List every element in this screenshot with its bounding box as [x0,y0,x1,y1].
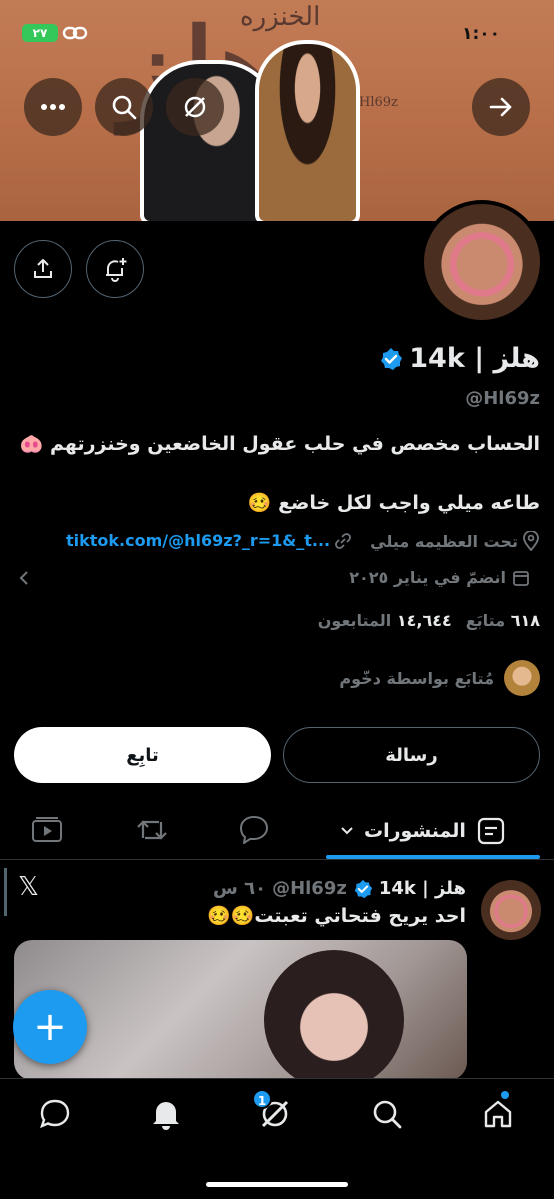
tweet-author-handle: @Hl69z [272,878,347,899]
home-indicator [206,1182,348,1187]
battery-indicator: ٢٧ [22,24,58,42]
tab-active-indicator [326,855,540,859]
verified-badge-icon [381,347,403,370]
verified-badge-icon [354,879,372,898]
location-text: تحت العظيمه ميلي [370,531,518,551]
profile-joined: انضمّ في يناير ٢٠٢٥ [349,568,530,587]
notification-badge: 1 [252,1089,272,1109]
tweet-header: هلز | 14k @Hl69z ٦٠ س [213,878,466,899]
nav-messages[interactable] [38,1097,72,1135]
home-icon [484,1100,512,1128]
nav-grok[interactable]: 1 [252,1089,292,1135]
compose-button[interactable]: + [13,990,87,1064]
follow-button[interactable]: تابِع [14,727,271,783]
link-chain-icon [335,532,352,549]
calendar-icon [513,570,529,586]
share-icon [34,259,52,278]
tweet-time: ٦٠ س [212,878,267,899]
profile-name: هلز | 14k [409,343,540,374]
bell-icon [153,1102,179,1130]
followed-by-avatar [504,660,540,696]
tweet-text: احد يريح فتحاتي تعبتت🥴🥴 [207,905,466,927]
followers-stat[interactable]: ١٤,٦٤٤ المتابعون [318,611,452,630]
banner-photo-person [255,40,360,221]
status-time: ١:٠٠ [462,24,500,44]
repost-icon [137,820,167,840]
profile-handle: @Hl69z [465,388,540,409]
following-stat[interactable]: ٦١٨ متابَع [466,611,540,630]
location-pin-icon [523,531,539,551]
home-unread-dot [501,1091,509,1099]
tweet-avatar[interactable] [481,880,541,940]
profile-bio-line: الحساب مخصص في حلب عقول الخاضعين وخنزرته… [19,433,540,455]
back-button[interactable] [472,78,530,136]
search-button[interactable] [95,78,153,136]
tab-replies[interactable] [238,814,270,848]
more-icon [41,104,65,110]
bottom-navigation: 1 [0,1078,554,1199]
link-icon [62,22,88,44]
nav-notifications[interactable] [150,1097,182,1135]
following-count: ٦١٨ [510,611,540,630]
profile-stats: ٦١٨ متابَع ١٤,٦٤٤ المتابعون [318,611,540,630]
nav-search[interactable] [370,1097,404,1135]
x-logo-icon: 𝕏 [18,872,39,902]
grok-icon [184,96,206,118]
tab-posts-label: المنشورات [364,820,466,842]
grok-button[interactable] [166,78,224,136]
posts-icon [477,817,505,845]
followers-count: ١٤,٦٤٤ [396,611,452,630]
followed-by-text: مُتابَع بواسطة دخّوم [339,668,494,688]
message-button[interactable]: رسالة [283,727,540,783]
search-icon [373,1100,402,1129]
arrow-right-icon [489,97,512,117]
nav-home[interactable] [481,1091,515,1135]
profile-bio-line: طاعه ميلي واجب لكل خاضع 🥴 [247,492,540,514]
messages-icon [40,1099,70,1129]
reply-bubble-icon [239,815,269,846]
tweet-author-name[interactable]: هلز | 14k [379,878,466,899]
search-icon [112,95,137,120]
share-button[interactable] [14,240,72,298]
video-icon [32,817,62,842]
profile-name-row: هلز | 14k [379,343,540,374]
profile-location: تحت العظيمه ميلي [370,531,540,551]
tab-posts[interactable]: المنشورات [340,816,506,846]
bell-plus-icon [106,258,127,282]
chevron-down-icon [341,827,353,835]
more-options-button[interactable] [24,78,82,136]
profile-avatar[interactable] [420,200,544,324]
profile-tabs: المنشورات [0,800,554,860]
pinned-marker [4,868,7,916]
joined-text: انضمّ في يناير ٢٠٢٥ [349,568,506,587]
expand-chevron-icon[interactable] [19,570,29,590]
website-link[interactable]: tiktok.com/@hl69z?_r=1&_t... [66,531,330,550]
tab-videos[interactable] [30,816,64,848]
following-label: متابَع [465,611,506,630]
tab-reposts[interactable] [135,816,169,848]
profile-website[interactable]: tiktok.com/@hl69z?_r=1&_t... [66,531,352,550]
notify-button[interactable] [86,240,144,298]
followed-by-row[interactable]: مُتابَع بواسطة دخّوم [339,660,540,696]
followers-label: المتابعون [317,611,392,630]
